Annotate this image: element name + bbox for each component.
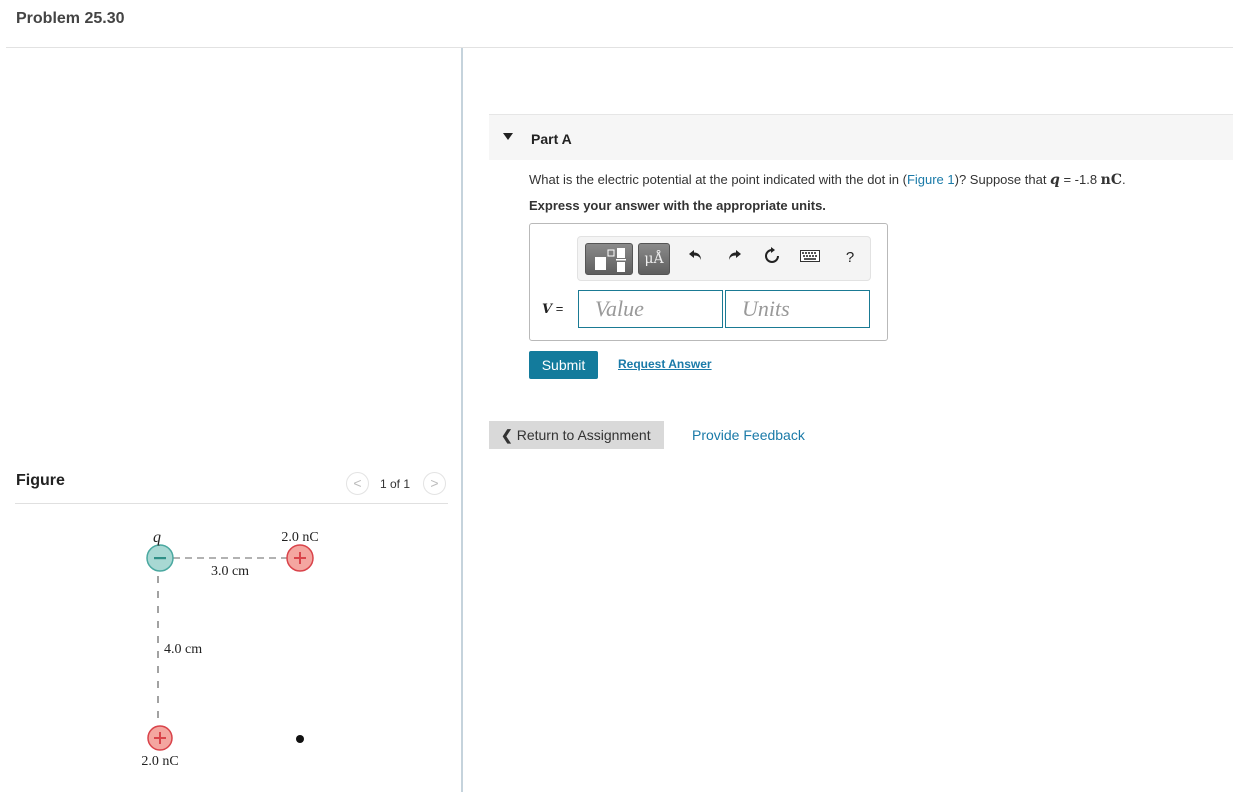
q-unit: nC <box>1100 172 1122 188</box>
question-suffix: . <box>1122 172 1126 187</box>
variable-label: V = <box>542 301 563 317</box>
instruction-text: Express your answer with the appropriate… <box>529 198 826 213</box>
caret-down-icon[interactable] <box>503 133 513 140</box>
part-label: Part A <box>531 131 572 147</box>
charge-top-right <box>286 544 314 572</box>
minus-icon <box>154 557 166 560</box>
part-a-header[interactable]: Part A <box>489 114 1233 160</box>
figure-title: Figure <box>16 472 65 489</box>
question-prefix: What is the electric potential at the po… <box>529 172 907 187</box>
return-to-assignment-button[interactable]: ❮ Return to Assignment <box>489 421 664 449</box>
header-divider <box>6 47 1233 48</box>
redo-icon[interactable] <box>724 247 744 269</box>
templates-button[interactable] <box>585 243 633 275</box>
figure-counter: 1 of 1 <box>380 477 411 491</box>
variable-symbol: V <box>542 302 553 317</box>
provide-feedback-link[interactable]: Provide Feedback <box>692 427 805 443</box>
question-text: What is the electric potential at the po… <box>529 172 1126 188</box>
figure-link[interactable]: Figure 1 <box>907 172 955 187</box>
label-bottom-left-charge: 2.0 nC <box>141 754 178 769</box>
keyboard-icon[interactable] <box>800 247 820 269</box>
undo-icon[interactable] <box>686 247 706 269</box>
help-icon[interactable]: ? <box>840 247 860 269</box>
previous-figure-button[interactable]: < <box>346 472 369 495</box>
charge-bottom-left <box>147 725 173 751</box>
q-value: = -1.8 <box>1059 172 1101 187</box>
chevron-right-icon: > <box>430 475 439 491</box>
request-answer-link[interactable]: Request Answer <box>618 357 712 371</box>
plus-icon-v <box>159 732 161 744</box>
charge-q <box>146 544 174 572</box>
return-label: Return to Assignment <box>516 426 651 443</box>
target-point-dot <box>296 735 304 743</box>
plus-icon-v <box>299 552 301 564</box>
value-input[interactable] <box>578 290 723 328</box>
label-q: q <box>153 529 161 546</box>
pane-divider[interactable] <box>461 48 463 792</box>
charge-diagram: q 2.0 nC 3.0 cm 4.0 cm 2.0 nC <box>141 529 318 769</box>
math-toolbar: μÅ ? <box>577 236 871 281</box>
label-horizontal-distance: 3.0 cm <box>211 564 249 579</box>
units-input[interactable] <box>725 290 870 328</box>
reset-icon[interactable] <box>762 247 782 269</box>
equals-sign: = <box>552 301 564 316</box>
label-top-right-charge: 2.0 nC <box>281 530 318 545</box>
chevron-left-icon: ❮ <box>501 426 513 443</box>
next-figure-button[interactable]: > <box>423 472 446 495</box>
chevron-left-icon: < <box>353 475 362 491</box>
templates-icon <box>595 248 626 272</box>
q-symbol: q <box>1050 172 1060 188</box>
units-button[interactable]: μÅ <box>638 243 670 275</box>
label-vertical-distance: 4.0 cm <box>164 642 202 657</box>
answer-box: μÅ ? V = <box>529 223 888 341</box>
question-middle: )? Suppose that <box>954 172 1051 187</box>
problem-title: Problem 25.30 <box>16 10 125 27</box>
submit-button[interactable]: Submit <box>529 351 598 379</box>
figure-divider <box>15 503 448 504</box>
